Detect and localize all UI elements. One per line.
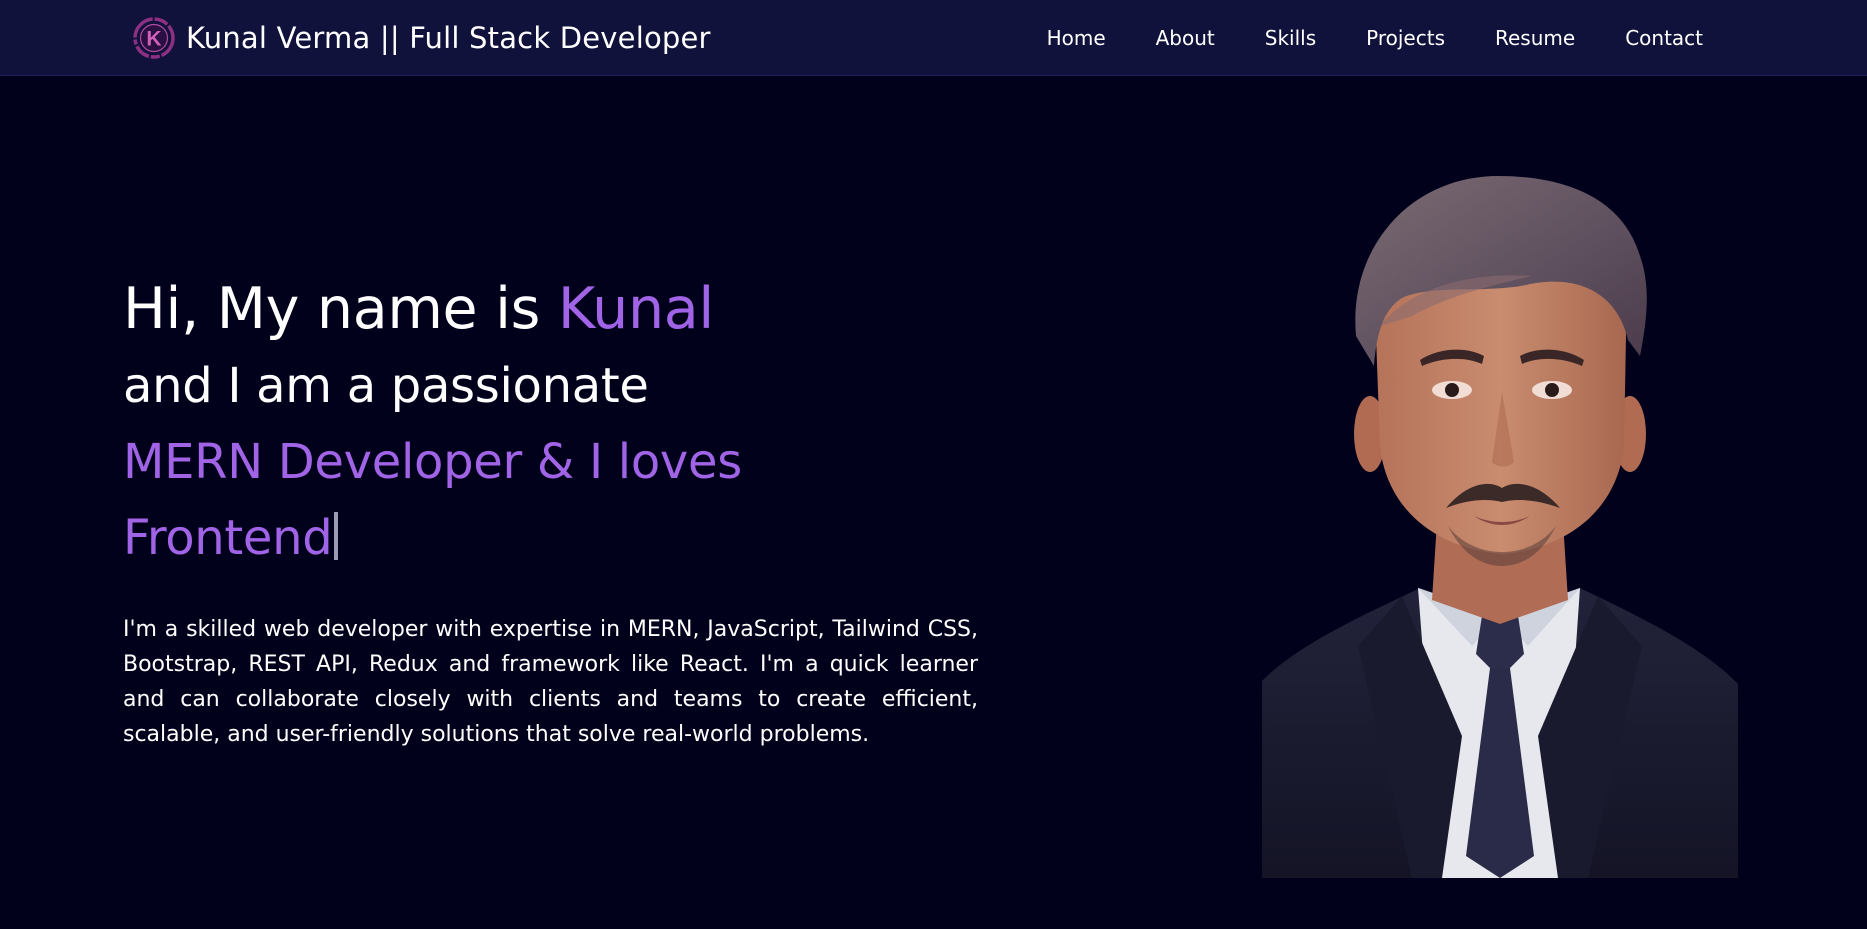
typed-role: MERN Developer & I loves Frontend — [123, 424, 823, 576]
nav-item-about: About — [1156, 26, 1215, 50]
typing-cursor — [334, 512, 339, 560]
hero-greeting: Hi, My name is Kunal — [123, 270, 983, 348]
pupil-left — [1445, 383, 1459, 397]
nav-menu: Home About Skills Projects Resume Contac… — [997, 0, 1703, 76]
brand-title: Kunal Verma || Full Stack Developer — [186, 21, 711, 55]
navbar: K Kunal Verma || Full Stack Developer Ho… — [0, 0, 1867, 76]
hero-intro: and I am a passionate — [123, 358, 649, 414]
typed-role-text: MERN Developer & I loves Frontend — [123, 434, 742, 566]
nav-link-resume[interactable]: Resume — [1495, 26, 1575, 50]
nav-item-contact: Contact — [1625, 26, 1703, 50]
nav-link-about[interactable]: About — [1156, 26, 1215, 50]
hero-text: Hi, My name is Kunal and I am a passiona… — [123, 270, 983, 752]
hero-name: Kunal — [557, 276, 714, 342]
logo-letter: K — [146, 28, 161, 51]
nav-item-resume: Resume — [1495, 26, 1575, 50]
nav-link-home[interactable]: Home — [1047, 26, 1106, 50]
nav-link-contact[interactable]: Contact — [1625, 26, 1703, 50]
nav-item-projects: Projects — [1366, 26, 1445, 50]
profile-photo — [1262, 176, 1738, 878]
hero-description: I'm a skilled web developer with experti… — [123, 617, 978, 747]
nav-link-projects[interactable]: Projects — [1366, 26, 1445, 50]
nav-item-home: Home — [1047, 26, 1106, 50]
logo-icon: K — [133, 17, 175, 59]
nav-item-skills: Skills — [1265, 26, 1316, 50]
greeting-prefix: Hi, My name is — [123, 276, 558, 342]
brand-link[interactable]: K Kunal Verma || Full Stack Developer — [130, 14, 711, 62]
nav-link-skills[interactable]: Skills — [1265, 26, 1316, 50]
pupil-right — [1545, 383, 1559, 397]
